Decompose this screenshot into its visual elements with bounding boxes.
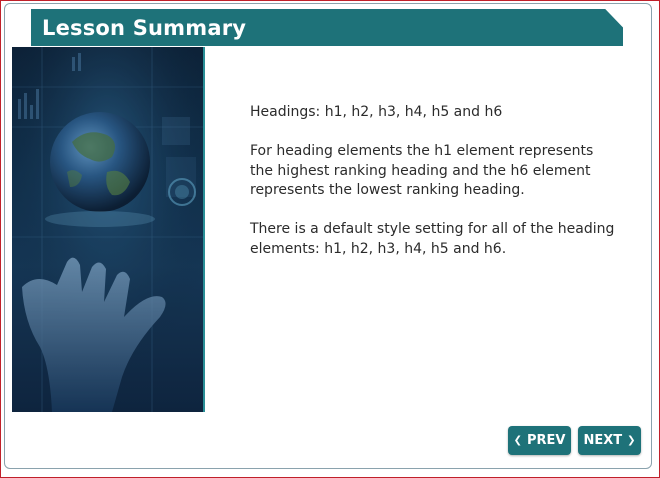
chevron-left-icon: ❮ [513,435,522,446]
prev-button-label: PREV [526,433,566,448]
image-divider [203,47,205,412]
globe-hand-image [12,47,203,412]
prev-button[interactable]: ❮ PREV [508,426,571,455]
lesson-content: Headings: h1, h2, h3, h4, h5 and h6 For … [250,103,620,279]
next-button[interactable]: NEXT ❯ [578,426,641,455]
next-button-label: NEXT [583,433,623,448]
chevron-right-icon: ❯ [627,435,636,446]
page-title: Lesson Summary [42,16,247,40]
summary-paragraph: For heading elements the h1 element repr… [250,143,594,198]
globe-hand-illustration [12,47,203,412]
summary-paragraph: There is a default style setting for all… [250,221,615,257]
summary-paragraph: Headings: h1, h2, h3, h4, h5 and h6 [250,104,503,120]
